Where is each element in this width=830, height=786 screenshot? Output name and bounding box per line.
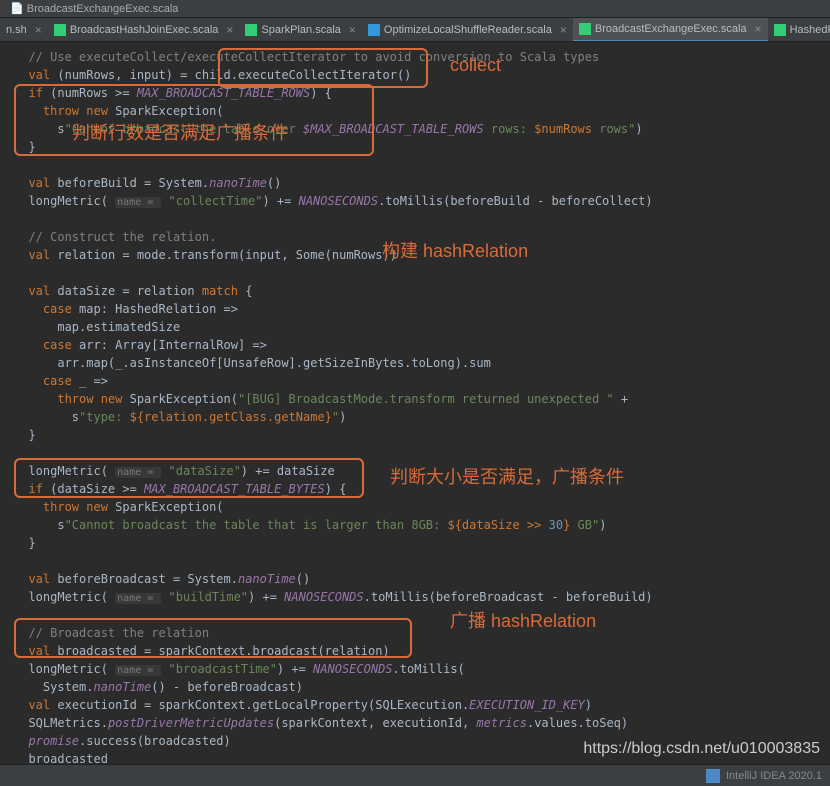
code-line xyxy=(14,264,830,282)
close-icon[interactable]: × xyxy=(35,23,42,37)
code-line: case _ => xyxy=(14,372,830,390)
code-line xyxy=(14,444,830,462)
code-line: s"type: ${relation.getClass.getName}") xyxy=(14,408,830,426)
code-line: longMetric( name = "buildTime") += NANOS… xyxy=(14,588,830,606)
code-line: case arr: Array[InternalRow] => xyxy=(14,336,830,354)
code-line: val (numRows, input) = child.executeColl… xyxy=(14,66,830,84)
scala-file-icon xyxy=(54,24,66,36)
scala-file-icon xyxy=(774,24,786,36)
titlebar: 📄 BroadcastExchangeExec.scala xyxy=(0,0,830,18)
code-line: // Use executeCollect/executeCollectIter… xyxy=(14,48,830,66)
code-line: val executionId = sparkContext.getLocalP… xyxy=(14,696,830,714)
code-line: if (dataSize >= MAX_BROADCAST_TABLE_BYTE… xyxy=(14,480,830,498)
scala-file-icon xyxy=(245,24,257,36)
code-line: } xyxy=(14,534,830,552)
tab-bar: n.sh× BroadcastHashJoinExec.scala× Spark… xyxy=(0,18,830,42)
code-line: throw new SparkException( xyxy=(14,102,830,120)
tab-sparkplan[interactable]: SparkPlan.scala× xyxy=(239,18,362,42)
code-line: if (numRows >= MAX_BROADCAST_TABLE_ROWS)… xyxy=(14,84,830,102)
code-line: case map: HashedRelation => xyxy=(14,300,830,318)
code-line: val broadcasted = sparkContext.broadcast… xyxy=(14,642,830,660)
tab-hashedrelation[interactable]: HashedRelation.s xyxy=(768,18,830,42)
close-icon[interactable]: × xyxy=(226,23,233,37)
code-line: System.nanoTime() - beforeBroadcast) xyxy=(14,678,830,696)
code-editor[interactable]: // Use executeCollect/executeCollectIter… xyxy=(0,42,830,786)
tab-nsh[interactable]: n.sh× xyxy=(0,18,48,42)
code-line: throw new SparkException("[BUG] Broadcas… xyxy=(14,390,830,408)
code-line: val dataSize = relation match { xyxy=(14,282,830,300)
code-line xyxy=(14,210,830,228)
code-line: longMetric( name = "collectTime") += NAN… xyxy=(14,192,830,210)
close-icon[interactable]: × xyxy=(755,22,762,36)
code-line: SQLMetrics.postDriverMetricUpdates(spark… xyxy=(14,714,830,732)
status-product: IntelliJ IDEA 2020.1 xyxy=(726,770,822,782)
tab-optimizelocalshuffle[interactable]: OptimizeLocalShuffleReader.scala× xyxy=(362,18,573,42)
scala-file-icon xyxy=(368,24,380,36)
code-line: } xyxy=(14,426,830,444)
code-line: s"Cannot broadcast the table over $MAX_B… xyxy=(14,120,830,138)
code-line xyxy=(14,156,830,174)
code-line xyxy=(14,606,830,624)
code-line: longMetric( name = "dataSize") += dataSi… xyxy=(14,462,830,480)
close-icon[interactable]: × xyxy=(560,23,567,37)
code-line: val beforeBroadcast = System.nanoTime() xyxy=(14,570,830,588)
tab-broadcastexchange[interactable]: BroadcastExchangeExec.scala× xyxy=(573,18,768,42)
tab-broadcasthashjoin[interactable]: BroadcastHashJoinExec.scala× xyxy=(48,18,240,42)
code-line: } xyxy=(14,138,830,156)
code-line: val relation = mode.transform(input, Som… xyxy=(14,246,830,264)
watermark: https://blog.csdn.net/u010003835 xyxy=(583,740,820,758)
close-icon[interactable]: × xyxy=(349,23,356,37)
scala-file-icon xyxy=(579,23,591,35)
code-line: // Construct the relation. xyxy=(14,228,830,246)
code-line: s"Cannot broadcast the table that is lar… xyxy=(14,516,830,534)
intellij-icon xyxy=(706,769,720,783)
code-line: val beforeBuild = System.nanoTime() xyxy=(14,174,830,192)
code-line: // Broadcast the relation xyxy=(14,624,830,642)
status-bar: IntelliJ IDEA 2020.1 xyxy=(0,764,830,786)
code-line: longMetric( name = "broadcastTime") += N… xyxy=(14,660,830,678)
code-line xyxy=(14,552,830,570)
code-line: map.estimatedSize xyxy=(14,318,830,336)
code-line: throw new SparkException( xyxy=(14,498,830,516)
code-line: arr.map(_.asInstanceOf[UnsafeRow].getSiz… xyxy=(14,354,830,372)
